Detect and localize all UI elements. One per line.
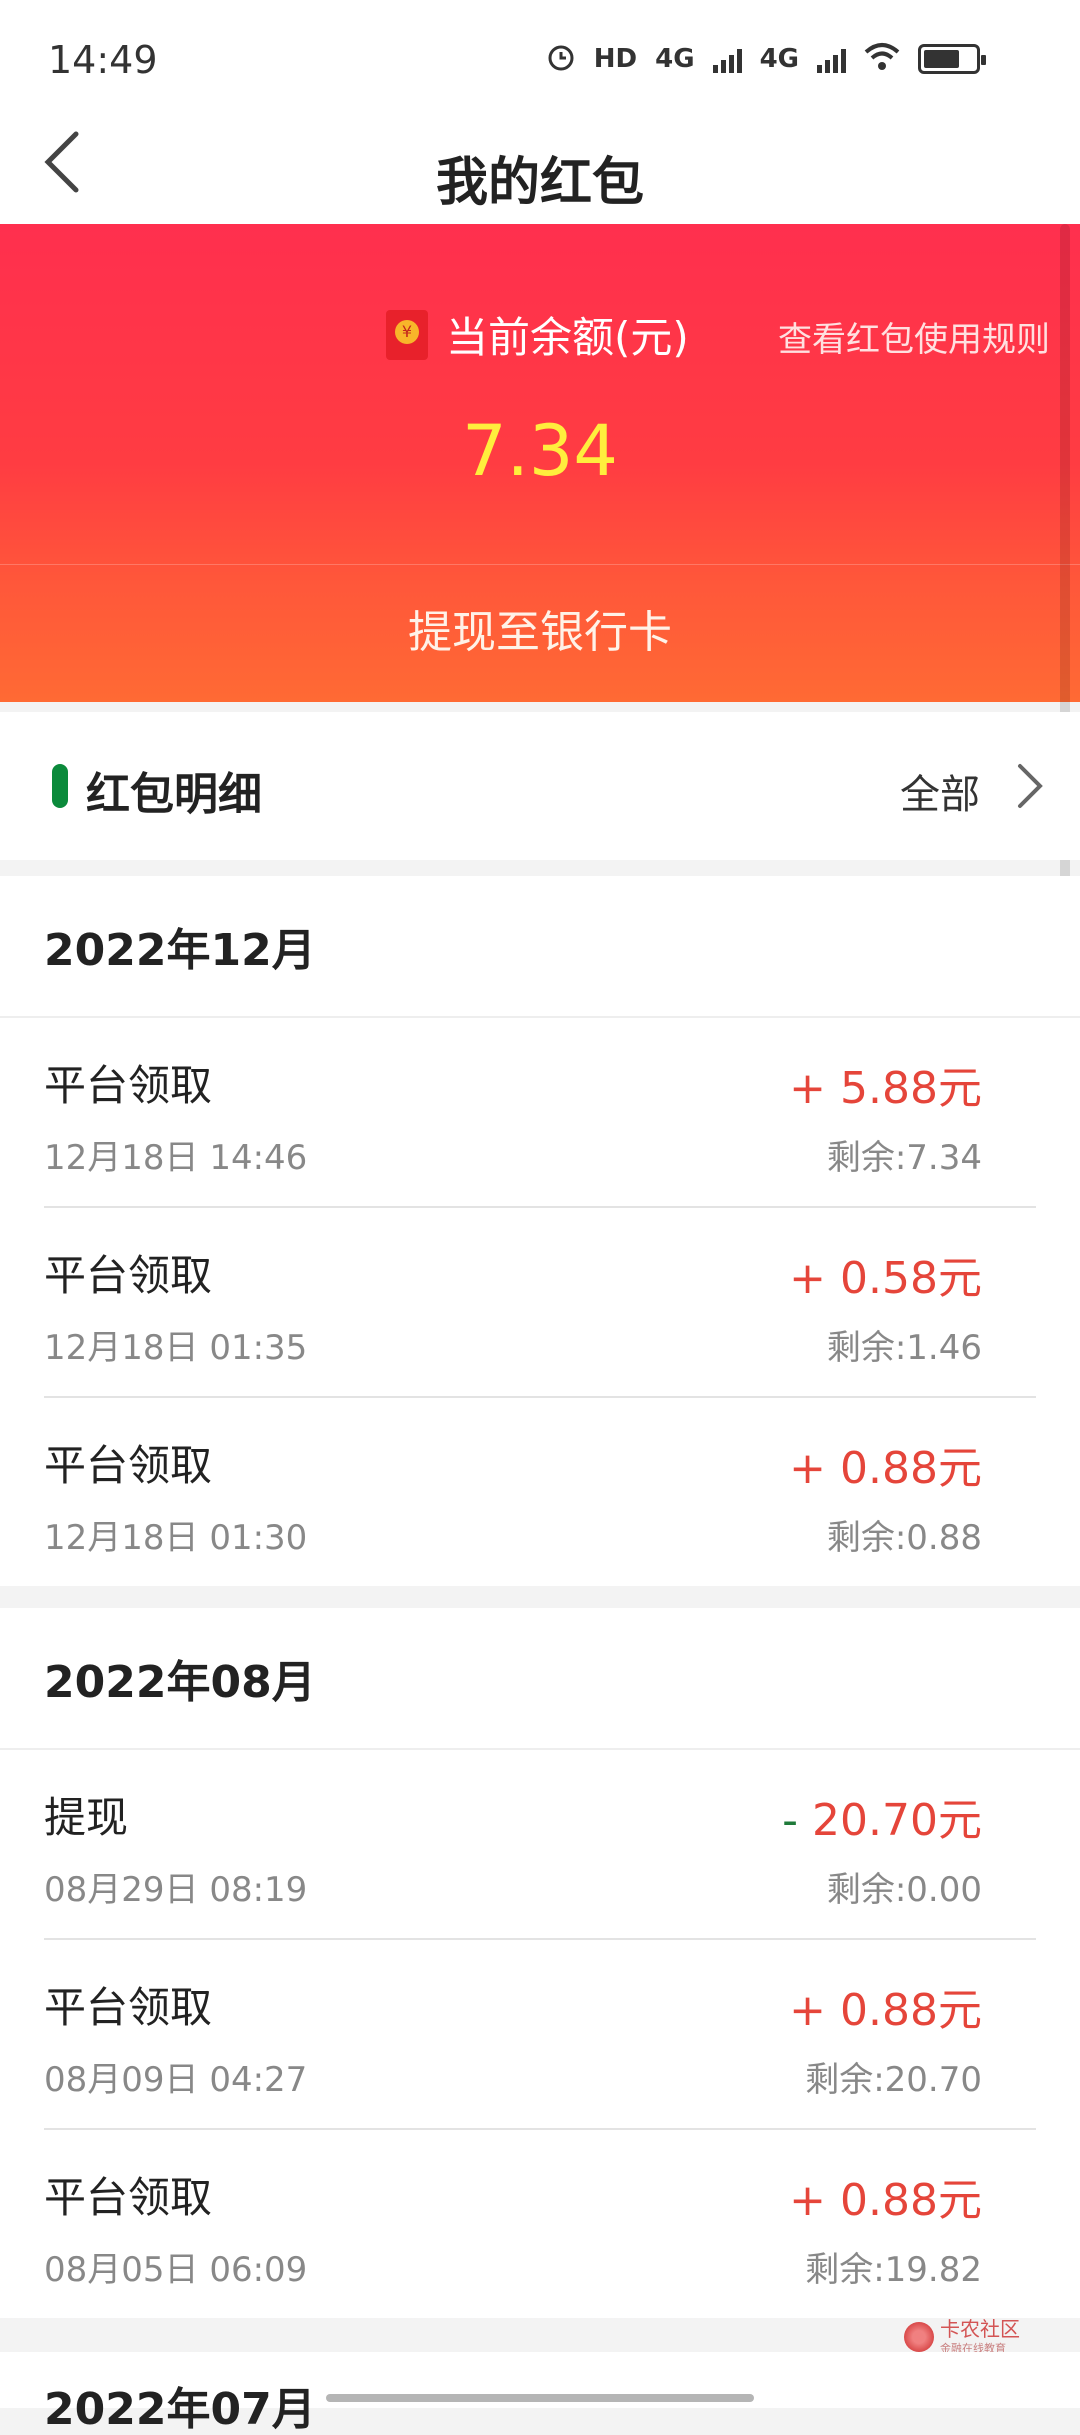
list-item[interactable]: 平台领取 12月18日 01:30 + 0.88元 剩余:0.88: [0, 1398, 1080, 1586]
month-title: 2022年07月: [44, 2384, 316, 2435]
4g-signal-icon-2: [817, 45, 846, 73]
record-amount: - 20.70元: [782, 1784, 982, 1848]
list-item[interactable]: 平台领取 12月18日 01:35 + 0.58元 剩余:1.46: [0, 1208, 1080, 1398]
details-header: 红包明细 全部: [0, 712, 1080, 860]
balance-label: 当前余额(元): [446, 313, 689, 362]
record-remaining: 剩余:0.00: [826, 1870, 982, 1910]
status-time: 14:49: [48, 38, 158, 82]
record-amount: + 0.88元: [789, 2164, 982, 2228]
section-marker: [52, 764, 68, 808]
amount-sign: +: [789, 1063, 827, 1114]
wifi-icon: [864, 42, 900, 76]
record-remaining: 剩余:19.82: [805, 2250, 982, 2290]
community-logo-icon: [904, 2322, 934, 2352]
filter-all-button[interactable]: 全部: [900, 762, 980, 820]
balance-label-row: 当前余额(元): [386, 304, 689, 365]
page-title: 我的红包: [435, 153, 644, 213]
month-section: 2022年12月 平台领取 12月18日 14:46 + 5.88元 剩余:7.…: [0, 876, 1080, 1586]
amount-sign: +: [789, 1253, 827, 1304]
record-amount: + 0.88元: [789, 1974, 982, 2038]
watermark-name: 卡农社区: [940, 2317, 1020, 2341]
alarm-icon: [546, 42, 576, 76]
amount-sign: +: [789, 1443, 827, 1494]
record-title: 平台领取: [44, 1441, 213, 1490]
month-title: 2022年08月: [0, 1608, 1080, 1750]
record-title: 平台领取: [44, 1983, 213, 2032]
withdraw-to-bank-button[interactable]: 提现至银行卡: [0, 564, 1080, 702]
record-time: 12月18日 01:30: [44, 1518, 308, 1558]
list-item[interactable]: 平台领取 08月09日 04:27 + 0.88元 剩余:20.70: [0, 1940, 1080, 2130]
amount-value: 0.58元: [840, 1253, 982, 1304]
amount-sign: +: [789, 2175, 827, 2226]
record-time: 12月18日 14:46: [44, 1138, 308, 1178]
record-remaining: 剩余:0.88: [826, 1518, 982, 1558]
record-time: 08月05日 06:09: [44, 2250, 308, 2290]
record-remaining: 剩余:1.46: [826, 1328, 982, 1368]
battery-icon: [918, 44, 986, 74]
status-icons: HD 4G 4G: [546, 42, 986, 76]
record-time: 12月18日 01:35: [44, 1328, 308, 1368]
nav-bar: 我的红包: [0, 120, 1080, 224]
4g-signal-icon: [712, 45, 742, 73]
home-indicator[interactable]: [326, 2394, 754, 2402]
balance-value: 7.34: [462, 410, 618, 492]
record-title: 平台领取: [44, 1061, 213, 1110]
list-item[interactable]: 平台领取 08月05日 06:09 + 0.88元 剩余:19.82: [0, 2130, 1080, 2318]
month-title: 2022年12月: [0, 876, 1080, 1018]
record-time: 08月09日 04:27: [44, 2060, 308, 2100]
amount-sign: +: [789, 1985, 827, 2036]
amount-value: 0.88元: [840, 1443, 982, 1494]
list-item[interactable]: 提现 08月29日 08:19 - 20.70元 剩余:0.00: [0, 1750, 1080, 1940]
4g-label: 4G: [655, 44, 695, 74]
community-watermark: 卡农社区 金融在线教育: [904, 2318, 1020, 2356]
amount-value: 20.70元: [812, 1795, 982, 1846]
list-item[interactable]: 平台领取 12月18日 14:46 + 5.88元 剩余:7.34: [0, 1018, 1080, 1208]
record-amount: + 0.58元: [789, 1242, 982, 1306]
chevron-right-icon[interactable]: [1012, 760, 1048, 812]
details-title: 红包明细: [86, 769, 262, 820]
record-title: 平台领取: [44, 2173, 213, 2222]
amount-value: 5.88元: [840, 1063, 982, 1114]
month-section: 2022年08月 提现 08月29日 08:19 - 20.70元 剩余:0.0…: [0, 1608, 1080, 2318]
record-remaining: 剩余:7.34: [826, 1138, 982, 1178]
record-title: 平台领取: [44, 1251, 213, 1300]
usage-rules-link[interactable]: 查看红包使用规则: [778, 312, 1050, 361]
record-title: 提现: [44, 1793, 129, 1842]
record-amount: + 0.88元: [789, 1432, 982, 1496]
record-amount: + 5.88元: [789, 1052, 982, 1116]
red-envelope-icon: [386, 309, 428, 360]
amount-value: 0.88元: [840, 2175, 982, 2226]
record-time: 08月29日 08:19: [44, 1870, 308, 1910]
record-remaining: 剩余:20.70: [805, 2060, 982, 2100]
4g-label-2: 4G: [759, 44, 799, 74]
status-bar: 14:49 HD 4G 4G: [0, 0, 1080, 120]
amount-value: 0.88元: [840, 1985, 982, 2036]
balance-banner: 当前余额(元) 查看红包使用规则 7.34 提现至银行卡: [0, 224, 1080, 702]
hd-icon: HD: [593, 44, 638, 74]
amount-sign: -: [782, 1795, 799, 1846]
